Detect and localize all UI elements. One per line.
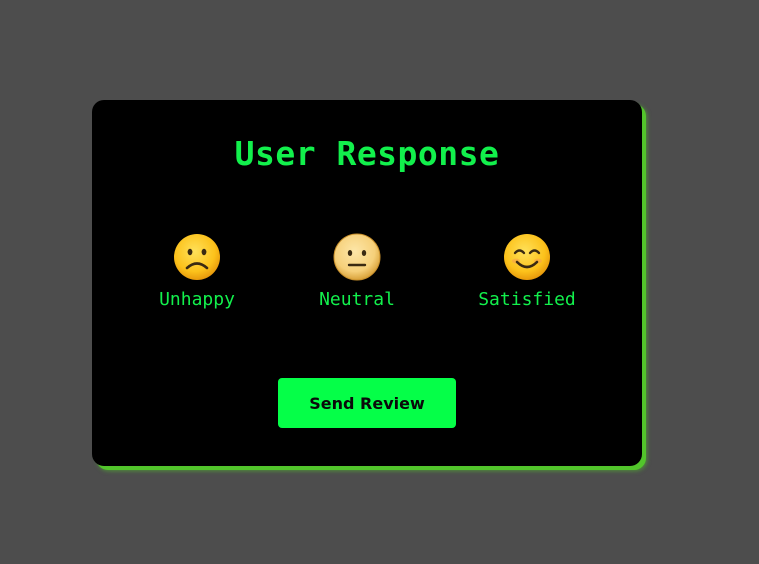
rating-label-satisfied: Satisfied [478,289,576,310]
sad-face-icon [174,234,220,280]
card-title: User Response [234,134,500,173]
neutral-face-icon [333,233,381,281]
send-review-button[interactable]: Send Review [278,378,456,428]
smiling-face-icon [504,234,550,280]
rating-option-unhappy[interactable]: Unhappy [127,232,267,310]
rating-option-satisfied[interactable]: Satisfied [457,232,597,310]
rating-label-unhappy: Unhappy [159,289,235,310]
feedback-card: User Response Unhappy Neutral Satisfied … [92,100,642,466]
rating-label-neutral: Neutral [319,289,395,310]
rating-option-neutral[interactable]: Neutral [287,232,427,310]
